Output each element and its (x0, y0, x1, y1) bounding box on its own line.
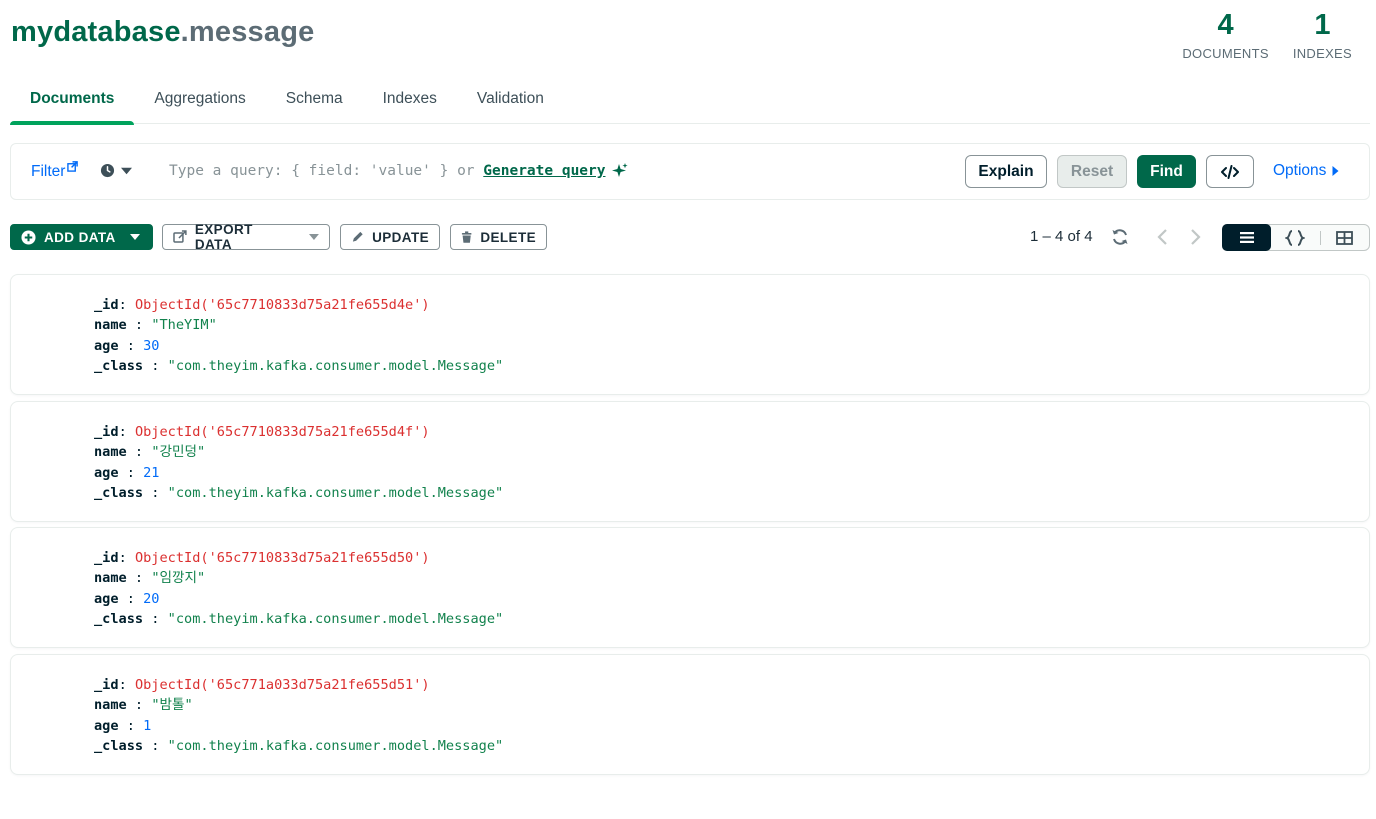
list-view-button[interactable] (1222, 224, 1272, 251)
field-class: _class : "com.theyim.kafka.consumer.mode… (94, 485, 504, 502)
field-class: _class : "com.theyim.kafka.consumer.mode… (94, 611, 504, 628)
string-value: "com.theyim.kafka.consumer.model.Message… (167, 738, 504, 755)
tab-schema[interactable]: Schema (266, 78, 363, 124)
query-input[interactable]: Type a query: { field: 'value' } or Gene… (169, 163, 628, 179)
field-age: age : 1 (94, 717, 152, 734)
json-view-button[interactable] (1270, 225, 1319, 250)
caret-down-icon (121, 167, 132, 174)
filter-link[interactable]: Filter (31, 161, 79, 181)
tab-aggregations[interactable]: Aggregations (134, 78, 265, 124)
number-value: 20 (143, 590, 160, 607)
collection-stats: 4 DOCUMENTS 1 INDEXES (1182, 8, 1352, 61)
field-id: _id: ObjectId('65c7710833d75a21fe655d50'… (94, 550, 430, 566)
chevron-right-icon[interactable] (1188, 228, 1202, 246)
objectid-value: ObjectId('65c771a033d75a21fe655d51') (134, 677, 430, 693)
query-placeholder: Type a query: { field: 'value' } or (169, 163, 484, 179)
delete-button[interactable]: DELETE (450, 224, 547, 250)
options-label: Options (1273, 162, 1327, 179)
caret-right-icon (1332, 166, 1339, 176)
export-icon (173, 230, 187, 243)
plus-circle-icon (21, 229, 36, 245)
string-value: "밤톨" (151, 697, 193, 714)
documents-toolbar: ADD DATA EXPORT DATA UPDATE DELETE 1 – 4… (10, 222, 1370, 252)
document-card[interactable]: _id: ObjectId('65c7710833d75a21fe655d50'… (10, 527, 1370, 648)
documents-count: 4 (1217, 9, 1234, 41)
caret-down-icon (309, 234, 319, 240)
collection-tabs: Documents Aggregations Schema Indexes Va… (10, 78, 1370, 125)
tab-documents[interactable]: Documents (10, 78, 135, 125)
export-data-button[interactable]: EXPORT DATA (162, 222, 330, 252)
refresh-icon[interactable] (1110, 227, 1130, 247)
indexes-stat: 1 INDEXES (1293, 8, 1352, 61)
view-toggle-divider (1320, 231, 1321, 245)
document-card[interactable]: _id: ObjectId('65c7710833d75a21fe655d4e'… (10, 274, 1370, 395)
list-view-icon (1239, 232, 1254, 243)
field-class: _class : "com.theyim.kafka.consumer.mode… (94, 358, 504, 375)
field-age: age : 21 (94, 464, 160, 481)
export-data-label: EXPORT DATA (194, 222, 253, 252)
string-value: "com.theyim.kafka.consumer.model.Message… (167, 611, 504, 628)
caret-down-icon (129, 234, 140, 240)
query-bar: Filter Type a query: { field: 'value' } … (10, 143, 1370, 200)
filter-label: Filter (31, 163, 66, 180)
objectid-value: ObjectId('65c7710833d75a21fe655d4f') (134, 424, 430, 440)
field-id: _id: ObjectId('65c7710833d75a21fe655d4f'… (94, 424, 430, 440)
field-name: name : "강민덩" (94, 444, 206, 461)
sparkle-icon (611, 163, 628, 177)
field-name: name : "TheYIM" (94, 317, 217, 334)
objectid-value: ObjectId('65c7710833d75a21fe655d4e') (134, 297, 430, 313)
string-value: "임깡지" (151, 570, 206, 587)
add-data-label: ADD DATA (44, 229, 116, 245)
indexes-count: 1 (1314, 9, 1331, 41)
reset-button[interactable]: Reset (1057, 155, 1127, 188)
pagination-info: 1 – 4 of 4 (1030, 228, 1093, 245)
field-age: age : 20 (94, 590, 160, 607)
field-class: _class : "com.theyim.kafka.consumer.mode… (94, 738, 504, 755)
collection-title: mydatabase .message (11, 16, 314, 56)
trash-icon (461, 230, 472, 243)
query-history-button[interactable] (100, 163, 132, 178)
string-value: "com.theyim.kafka.consumer.model.Message… (167, 485, 504, 502)
add-data-button[interactable]: ADD DATA (10, 224, 153, 250)
database-name: mydatabase (11, 16, 181, 48)
tab-indexes[interactable]: Indexes (363, 78, 457, 124)
clock-icon (100, 163, 115, 178)
pencil-icon (352, 231, 363, 242)
delete-label: DELETE (480, 229, 536, 245)
document-card[interactable]: _id: ObjectId('65c7710833d75a21fe655d4f'… (10, 401, 1370, 522)
number-value: 1 (143, 717, 152, 734)
update-button[interactable]: UPDATE (340, 224, 440, 250)
number-value: 30 (143, 337, 160, 354)
indexes-label: INDEXES (1292, 46, 1352, 61)
documents-label: DOCUMENTS (1182, 46, 1269, 61)
find-button[interactable]: Find (1137, 155, 1196, 188)
string-value: "TheYIM" (151, 317, 217, 334)
field-id: _id: ObjectId('65c771a033d75a21fe655d51'… (94, 677, 430, 693)
objectid-value: ObjectId('65c7710833d75a21fe655d50') (134, 550, 430, 566)
json-view-icon (1284, 229, 1305, 246)
documents-stat: 4 DOCUMENTS (1182, 8, 1268, 61)
table-view-icon (1335, 230, 1353, 245)
number-value: 21 (143, 464, 160, 481)
string-value: "강민덩" (151, 444, 206, 461)
code-icon (1221, 164, 1239, 179)
explain-button[interactable]: Explain (965, 155, 1047, 188)
export-to-language-button[interactable] (1206, 155, 1254, 188)
string-value: "com.theyim.kafka.consumer.model.Message… (167, 358, 504, 375)
options-toggle[interactable]: Options (1273, 162, 1339, 180)
tab-validation[interactable]: Validation (457, 78, 564, 124)
field-name: name : "임깡지" (94, 570, 206, 587)
document-card[interactable]: _id: ObjectId('65c771a033d75a21fe655d51'… (10, 654, 1370, 775)
field-age: age : 30 (94, 337, 160, 354)
update-label: UPDATE (372, 229, 429, 245)
collection-name: .message (180, 16, 315, 48)
external-link-icon (67, 161, 79, 172)
chevron-left-icon[interactable] (1156, 228, 1170, 246)
view-toggle (1222, 224, 1370, 251)
field-name: name : "밤톨" (94, 697, 193, 714)
field-id: _id: ObjectId('65c7710833d75a21fe655d4e'… (94, 297, 430, 313)
generate-query-link[interactable]: Generate query (483, 163, 605, 179)
table-view-button[interactable] (1320, 225, 1369, 250)
